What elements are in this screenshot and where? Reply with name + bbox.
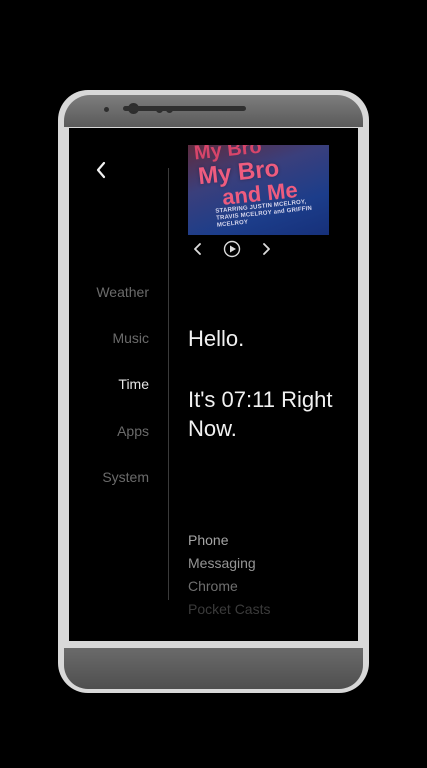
app-item-pocket-casts[interactable]: Pocket Casts	[188, 601, 270, 617]
previous-icon[interactable]	[188, 239, 208, 259]
app-item-messaging[interactable]: Messaging	[188, 555, 256, 571]
greeting-text: Hello.	[188, 326, 245, 351]
nav-item-apps[interactable]: Apps	[117, 423, 149, 439]
current-time-text: It's 07:11 Right Now.	[188, 387, 333, 441]
nav-item-system[interactable]: System	[102, 469, 149, 485]
vertical-divider	[168, 168, 169, 600]
app-item-chrome[interactable]: Chrome	[188, 578, 238, 594]
nav-item-music[interactable]: Music	[112, 330, 149, 346]
nav-item-weather[interactable]: Weather	[96, 284, 149, 300]
earpiece-speaker	[123, 106, 246, 111]
chevron-left-icon[interactable]	[93, 160, 111, 180]
phone-bezel-bottom	[64, 648, 363, 689]
play-icon[interactable]	[222, 239, 242, 259]
sensor-dot	[104, 107, 109, 112]
nav-item-time[interactable]: Time	[118, 376, 149, 392]
next-icon[interactable]	[256, 239, 276, 259]
app-item-phone[interactable]: Phone	[188, 532, 228, 548]
album-art[interactable]: My Bro My Bro and Me STARRING JUSTIN MCE…	[188, 145, 329, 235]
phone-bezel-top	[64, 95, 363, 127]
